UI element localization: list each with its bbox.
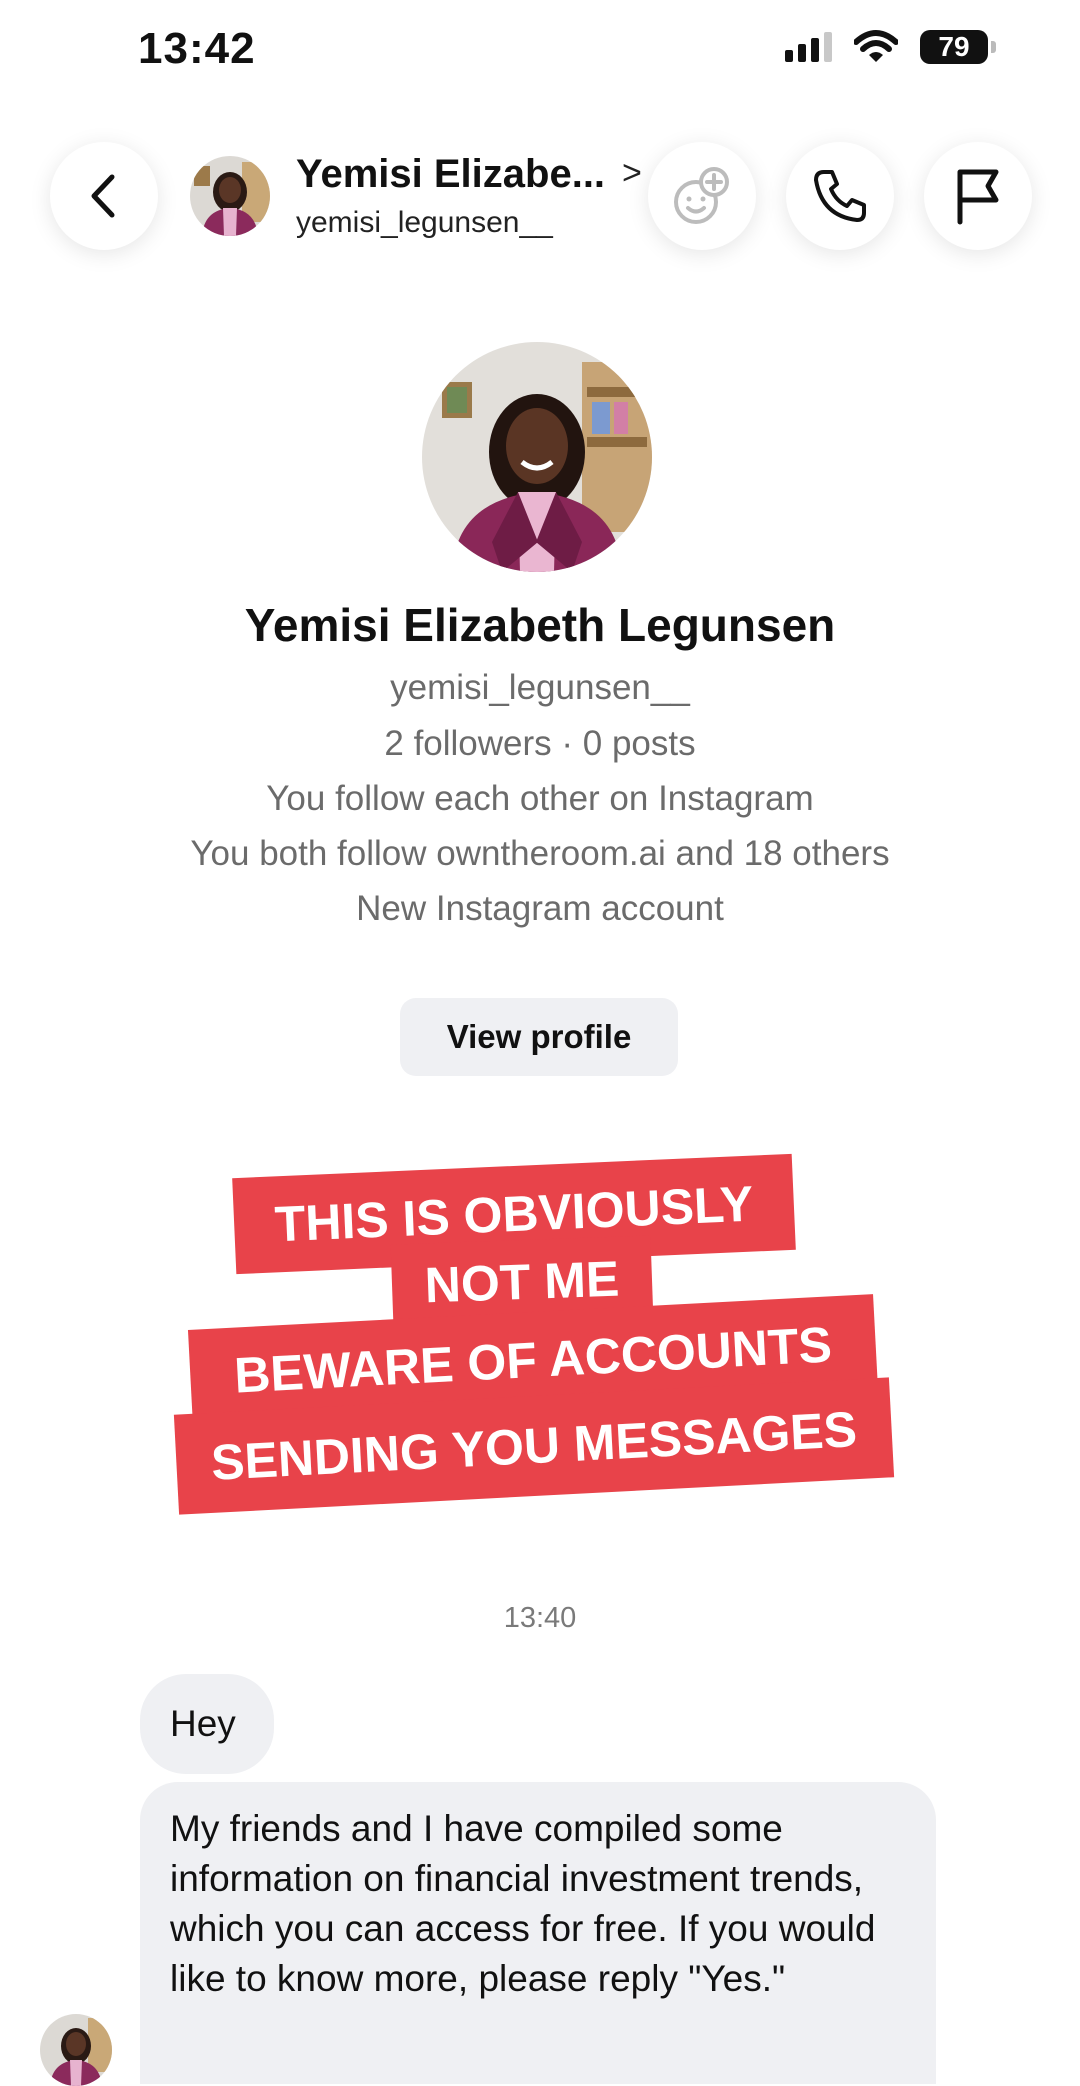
status-time: 13:42 — [138, 24, 256, 73]
header-username[interactable]: yemisi_legunsen__ — [296, 206, 553, 240]
message-text: Hey — [170, 1703, 236, 1744]
phone-icon — [814, 170, 866, 222]
status-bar: 13:42 79 — [0, 0, 1080, 100]
effects-icon — [674, 167, 729, 224]
signal-icon — [785, 32, 832, 62]
chat-header: Yemisi Elizabe... > yemisi_legunsen__ — [0, 120, 1080, 280]
profile-name: Yemisi Elizabeth Legunsen — [244, 599, 836, 651]
header-name[interactable]: Yemisi Elizabe... — [296, 152, 605, 197]
profile-username: yemisi_legunsen__ — [390, 668, 690, 707]
profile-avatar[interactable] — [422, 342, 652, 572]
report-button[interactable] — [924, 142, 1032, 250]
back-icon — [91, 174, 115, 218]
header-avatar[interactable] — [190, 156, 270, 236]
flag-icon — [957, 169, 999, 225]
status-icons: 79 — [785, 30, 996, 64]
message-text: My friends and I have compiled some info… — [170, 1808, 876, 1999]
new-account-text: New Instagram account — [356, 889, 724, 928]
effects-button[interactable] — [648, 142, 756, 250]
chevron-right-icon: > — [622, 154, 642, 192]
wifi-icon — [854, 30, 898, 62]
call-button[interactable] — [786, 142, 894, 250]
message-timestamp: 13:40 — [503, 1602, 577, 1634]
message-bubble[interactable]: My friends and I have compiled some info… — [140, 1782, 936, 2084]
back-button[interactable] — [50, 142, 158, 250]
battery-icon: 79 — [920, 30, 996, 64]
mutual-followers-text: You both follow owntheroom.ai and 18 oth… — [190, 834, 890, 873]
mutual-follow-text: You follow each other on Instagram — [266, 779, 814, 818]
sender-avatar[interactable] — [40, 2014, 112, 2086]
profile-stats: 2 followers · 0 posts — [384, 724, 696, 763]
message-bubble[interactable]: Hey — [140, 1674, 274, 1774]
view-profile-button[interactable]: View profile — [400, 998, 678, 1076]
